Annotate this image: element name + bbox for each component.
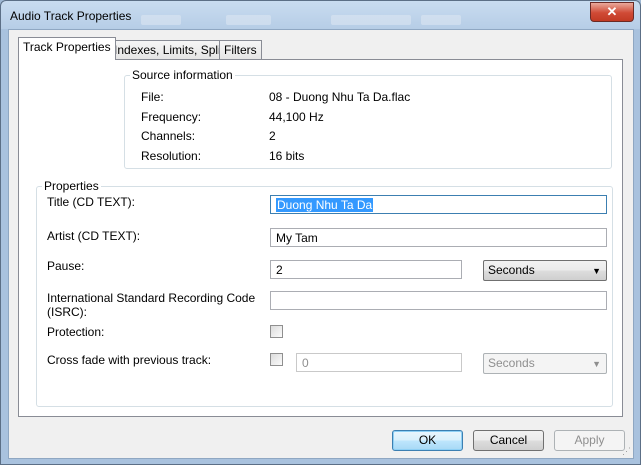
title-bar[interactable]: Audio Track Properties ✕ (1, 1, 640, 29)
apply-button[interactable]: Apply (554, 430, 625, 451)
crossfade-checkbox[interactable] (270, 353, 283, 366)
pause-unit-select[interactable]: Seconds ▼ (483, 260, 607, 281)
dialog-window: Audio Track Properties ✕ Track Propertie… (0, 0, 641, 465)
pause-input[interactable]: 2 (270, 260, 462, 279)
isrc-label-line1: International Standard Recording Code (47, 291, 256, 305)
tab-label: Filters (224, 43, 257, 57)
frequency-label: Frequency: (141, 110, 202, 124)
isrc-input[interactable] (270, 291, 607, 310)
properties-group: Properties Title (CD TEXT): Duong Nhu Ta… (36, 179, 613, 407)
source-info-group: Source information File: 08 - Duong Nhu … (124, 68, 612, 169)
crossfade-unit-select[interactable]: Seconds ▼ (483, 353, 607, 374)
title-input-selected-text: Duong Nhu Ta Da (276, 198, 374, 212)
title-label: Title (CD TEXT): (47, 195, 136, 209)
isrc-label-line2: (ISRC): (47, 305, 87, 319)
background-blur (331, 15, 411, 25)
resolution-value: 16 bits (269, 149, 305, 163)
tab-filters[interactable]: Filters (219, 40, 262, 60)
frequency-value: 44,100 Hz (269, 110, 324, 124)
tab-label: Indexes, Limits, Split (114, 43, 225, 57)
resolution-label: Resolution: (141, 149, 202, 163)
resize-grip-icon[interactable]: ⋰ (621, 446, 631, 456)
tab-label: Track Properties (23, 40, 111, 54)
chevron-down-icon: ▼ (592, 359, 601, 369)
channels-value: 2 (269, 129, 276, 143)
cancel-button[interactable]: Cancel (473, 430, 544, 451)
dialog-client: Track Properties Indexes, Limits, Split … (8, 29, 634, 459)
crossfade-unit-value: Seconds (488, 356, 535, 370)
title-input[interactable]: Duong Nhu Ta Da (270, 195, 607, 214)
protection-checkbox[interactable] (270, 325, 283, 338)
close-button[interactable]: ✕ (590, 2, 634, 22)
window-title: Audio Track Properties (10, 9, 132, 23)
artist-input[interactable]: My Tam (270, 228, 607, 247)
artist-label: Artist (CD TEXT): (47, 229, 141, 243)
tab-indexes-limits-split[interactable]: Indexes, Limits, Split (109, 40, 230, 60)
background-blur (421, 15, 461, 25)
pause-label: Pause: (47, 259, 85, 273)
tab-panel: Source information File: 08 - Duong Nhu … (18, 59, 623, 417)
background-blur (141, 15, 181, 25)
protection-label: Protection: (47, 325, 105, 339)
file-value: 08 - Duong Nhu Ta Da.flac (269, 90, 411, 104)
close-icon: ✕ (606, 4, 618, 19)
properties-title: Properties (42, 179, 101, 193)
ok-button[interactable]: OK (392, 430, 463, 451)
crossfade-label: Cross fade with previous track: (47, 353, 212, 367)
chevron-down-icon: ▼ (592, 266, 601, 276)
file-label: File: (141, 90, 164, 104)
background-blur (226, 15, 271, 25)
crossfade-input[interactable]: 0 (296, 353, 462, 372)
tab-track-properties[interactable]: Track Properties (18, 37, 116, 60)
source-info-title: Source information (130, 68, 235, 82)
pause-unit-value: Seconds (488, 263, 535, 277)
channels-label: Channels: (141, 129, 196, 143)
